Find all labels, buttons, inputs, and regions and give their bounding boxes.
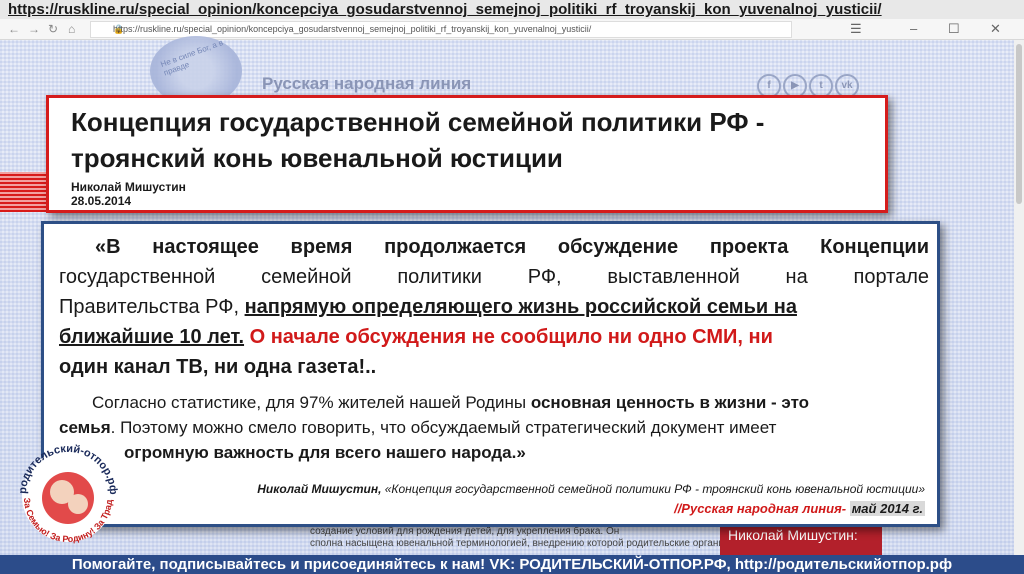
address-text: https://ruskline.ru/special_opinion/konc…	[113, 24, 592, 34]
quote-p2-line1-a: Согласно статистике, для 97% жителей наш…	[92, 393, 531, 412]
reload-icon[interactable]: ↻	[48, 21, 58, 37]
quote-line5: один канал ТВ, ни одна газета!..	[59, 356, 377, 378]
quote-line3-part1: Правительства РФ,	[59, 296, 245, 318]
article-title-line2: троянский конь ювенальной юстиции	[71, 143, 563, 173]
quote-line3-highlight: напрямую определяющего жизнь российской …	[244, 296, 797, 318]
quote-p2-line1-bold: основная ценность в жизни - это	[530, 393, 810, 412]
quote-line2: государственной семейной политики РФ, вы…	[59, 266, 929, 288]
back-icon[interactable]: ←	[8, 21, 20, 37]
maximize-icon[interactable]: ☐	[948, 20, 960, 37]
quote-p2-line2: семья. Поэтому можно смело говорить, что…	[59, 415, 929, 440]
logo-mother-icon	[68, 494, 88, 514]
parents-resistance-logo: родительский-отпор.рф За Семью! За Родин…	[14, 432, 119, 544]
minimize-icon[interactable]: –	[910, 20, 917, 37]
citation-title: «Концепция государственной семейной поли…	[381, 482, 925, 496]
article-date: 28.05.2014	[71, 194, 132, 208]
quote-line4-highlight: ближайшие 10 лет.	[59, 326, 245, 348]
author-name-box: Николай Мишустин:	[720, 526, 882, 556]
close-icon[interactable]: ✕	[990, 20, 1001, 37]
source-date: май 2014 г.	[849, 501, 925, 516]
quote-p2-line3: огромную важность для всего нашего народ…	[124, 443, 526, 462]
article-title-line1: Концепция государственной семейной полит…	[71, 107, 765, 137]
forward-icon[interactable]: →	[28, 21, 40, 37]
article-title-box: Концепция государственной семейной полит…	[46, 95, 888, 213]
background-text-line1: создание условий для рождения детей, для…	[310, 526, 620, 537]
quote-source: //Русская народная линия- май 2014 г.	[674, 501, 925, 516]
footer-text[interactable]: Помогайте, подписывайтесь и присоединяйт…	[0, 555, 1024, 574]
quote-line4: ближайшие 10 лет. О начале обсуждения не…	[59, 322, 929, 352]
footer-banner: Помогайте, подписывайтесь и присоединяйт…	[0, 555, 1024, 574]
source-name: //Русская народная линия-	[674, 501, 847, 516]
top-url-text[interactable]: https://ruskline.ru/special_opinion/konc…	[8, 0, 882, 19]
top-url-banner: https://ruskline.ru/special_opinion/konc…	[0, 0, 1024, 19]
quote-line1: «В настоящее время продолжается обсужден…	[95, 236, 929, 258]
site-name[interactable]: Русская народная линия	[262, 74, 471, 94]
quote-box: «В настоящее время продолжается обсужден…	[41, 221, 940, 527]
citation-author: Николай Мишустин,	[257, 482, 382, 496]
quote-p2-line2-b: . Поэтому можно смело говорить, что обсу…	[110, 418, 777, 437]
quote-p2-line1: Согласно статистике, для 97% жителей наш…	[92, 390, 929, 415]
home-icon[interactable]: ⌂	[68, 21, 75, 37]
scrollbar[interactable]	[1014, 40, 1024, 555]
quote-citation: Николай Мишустин, «Концепция государстве…	[257, 482, 925, 496]
menu-icon[interactable]: ☰	[850, 20, 862, 37]
browser-toolbar: ← → ↻ ⌂ 🔒 https://ruskline.ru/special_op…	[0, 19, 1024, 40]
quote-line3: Правительства РФ, напрямую определяющего…	[59, 292, 929, 322]
quote-line4-red: О начале обсуждения не сообщило ни одно …	[244, 326, 773, 348]
red-accent-stripe	[0, 172, 46, 212]
scrollbar-thumb[interactable]	[1016, 44, 1022, 204]
article-author: Николай Мишустин	[71, 180, 186, 194]
